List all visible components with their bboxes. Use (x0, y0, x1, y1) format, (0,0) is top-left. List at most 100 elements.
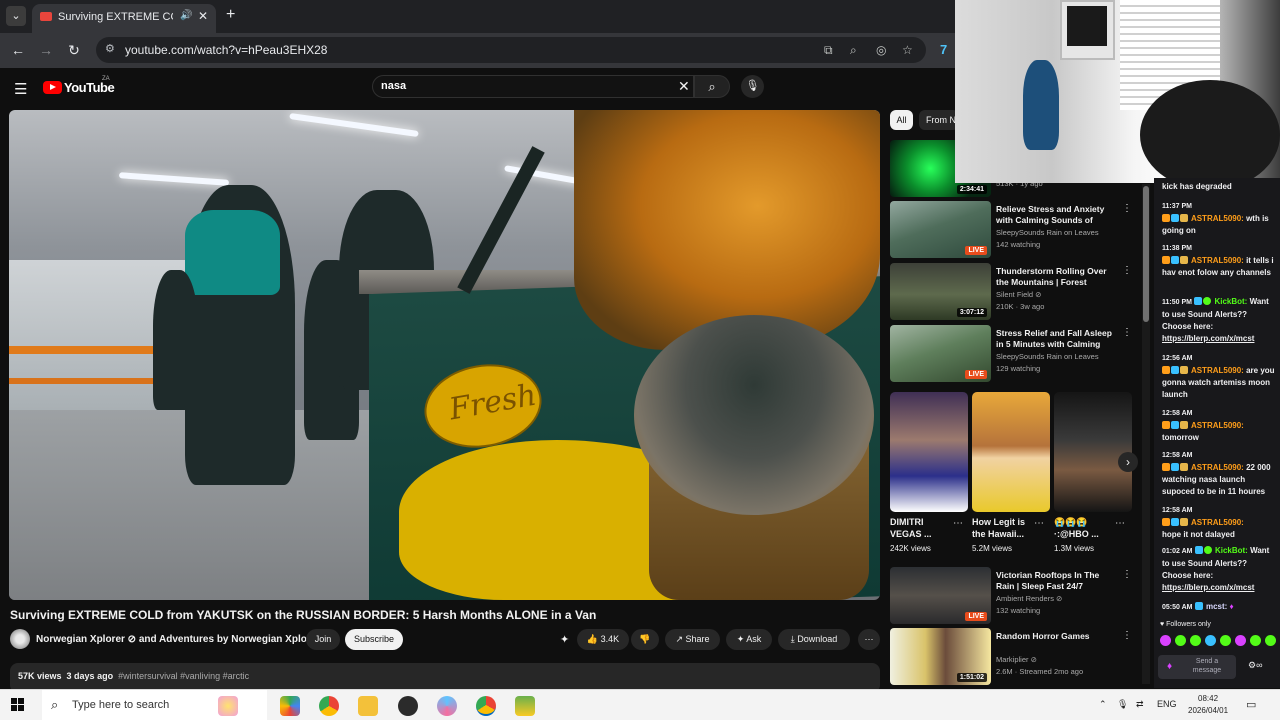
chat-username[interactable]: ASTRAL5090: (1191, 463, 1244, 472)
more-options-icon[interactable]: ⋮ (1122, 630, 1132, 641)
video-title[interactable]: Relieve Stress and Anxiety with Calming … (996, 204, 1120, 226)
video-thumbnail[interactable]: 3:07:12 (890, 263, 991, 320)
app-icon[interactable] (437, 696, 457, 716)
more-options-icon[interactable]: ⋮ (1122, 327, 1132, 338)
zoom-icon[interactable]: ⌕ (850, 43, 857, 58)
chat-link[interactable]: https://blerp.com/x/mcst (1162, 334, 1254, 343)
url-text[interactable]: youtube.com/watch?v=hPeau3EHX28 (125, 43, 327, 57)
forward-icon[interactable]: → (37, 41, 55, 59)
more-options-icon[interactable]: ⋮ (1122, 569, 1132, 580)
short-title[interactable]: How Legit is the Hawaii... (972, 516, 1030, 540)
bookmark-star-icon[interactable]: ☆ (902, 43, 913, 57)
eye-off-icon[interactable]: ◎ (876, 43, 886, 57)
chevron-up-icon[interactable]: ⌃ (1099, 699, 1107, 710)
short-title[interactable]: DIMITRI VEGAS ... (890, 516, 948, 540)
more-options-icon[interactable]: ⋮ (1122, 203, 1132, 214)
chat-username[interactable]: ASTRAL5090: (1191, 421, 1244, 430)
search-query[interactable]: nasa (381, 80, 406, 92)
taskbar-search-placeholder[interactable]: Type here to search (72, 699, 169, 711)
file-explorer-icon[interactable] (358, 696, 378, 716)
notification-icon[interactable]: ▭ (1246, 698, 1256, 711)
recommendation-item[interactable]: 3:07:12 Thunderstorm Rolling Over the Mo… (890, 263, 1145, 321)
install-app-icon[interactable]: ⧉ (824, 43, 833, 58)
emote-icon[interactable] (1235, 635, 1246, 646)
emote-icon[interactable] (1250, 635, 1261, 646)
short-thumbnail[interactable] (1054, 392, 1132, 512)
search-input[interactable]: nasa ✕ (372, 75, 694, 98)
more-options-icon[interactable]: ⋮ (1122, 265, 1132, 276)
chat-username[interactable]: ASTRAL5090: (1191, 256, 1244, 265)
emote-icon[interactable] (1265, 635, 1276, 646)
chat-username[interactable]: ASTRAL5090: (1191, 366, 1244, 375)
site-info-icon[interactable]: ⚙ (105, 42, 115, 55)
emote-icon[interactable] (1175, 635, 1186, 646)
video-thumbnail[interactable]: LIVE (890, 201, 991, 258)
video-title[interactable]: Random Horror Games (996, 631, 1120, 642)
avatar[interactable] (10, 629, 30, 649)
hype-icon[interactable]: ✦ (560, 633, 569, 646)
browser-tab[interactable]: Surviving EXTREME COLD fr 🔊 ✕ (32, 4, 216, 33)
clock[interactable]: 08:42 2026/04/01 (1188, 693, 1228, 717)
speaker-icon[interactable]: 🔊 (180, 10, 192, 21)
channel-name[interactable]: Norwegian Xplorer ⊘ and Adventures by No… (36, 634, 320, 645)
recommendation-item[interactable]: LIVE Stress Relief and Fall Asleep in 5 … (890, 325, 1145, 383)
short-thumbnail[interactable] (972, 392, 1050, 512)
more-options-icon[interactable]: ⋯ (1115, 518, 1125, 529)
join-button[interactable]: Join (306, 629, 340, 650)
video-thumbnail[interactable]: LIVE (890, 325, 991, 382)
address-bar[interactable]: ⚙ youtube.com/watch?v=hPeau3EHX28 ⧉ ⌕ ◎ … (96, 37, 926, 63)
chat-username[interactable]: ASTRAL5090: (1191, 214, 1244, 223)
clear-search-icon[interactable]: ✕ (678, 78, 690, 95)
emote-icon[interactable] (1160, 635, 1171, 646)
copilot-icon[interactable] (280, 696, 300, 716)
short-title[interactable]: 😭😭😭 ·:@HBO ... (1054, 516, 1112, 540)
chat-username[interactable]: mcst: (1206, 602, 1227, 611)
chrome-icon[interactable] (319, 696, 339, 716)
hamburger-menu-icon[interactable]: ☰ (14, 80, 27, 98)
emote-picker-icon[interactable]: ♦ (1167, 661, 1172, 672)
chat-username[interactable]: ASTRAL5090: (1191, 518, 1244, 527)
youtube-logo-icon[interactable] (43, 81, 62, 94)
chip-from-channel[interactable]: From N (919, 110, 959, 130)
chat-settings-icon[interactable]: ⚙∞ (1248, 660, 1262, 671)
obs-icon[interactable] (398, 696, 418, 716)
chat-username[interactable]: KickBot: (1214, 297, 1247, 306)
video-player[interactable]: Fresh ▶ (9, 110, 880, 600)
language-indicator[interactable]: ENG (1157, 699, 1177, 709)
search-highlight-icon[interactable] (218, 696, 238, 716)
channel-name[interactable]: SleepySounds Rain on Leaves (996, 228, 1099, 237)
share-button[interactable]: ↗ Share (665, 629, 720, 650)
chat-username[interactable]: KickBot: (1215, 546, 1248, 555)
video-thumbnail[interactable]: LIVE (890, 567, 991, 624)
sidebar-scrollbar-thumb[interactable] (1143, 186, 1149, 322)
recommendation-item[interactable]: LIVE Victorian Rooftops In The Rain | Sl… (890, 567, 1145, 625)
subscribe-button[interactable]: Subscribe (345, 629, 403, 650)
recommendation-item[interactable]: 1:51:02 Random Horror Games Markiplier ⊘… (890, 628, 1145, 686)
chrome-active-icon[interactable] (476, 696, 496, 716)
recommendation-item[interactable]: LIVE Relieve Stress and Anxiety with Cal… (890, 201, 1145, 259)
channel-name[interactable]: Ambient Renders ⊘ (996, 594, 1062, 603)
search-button[interactable]: ⌕ (694, 75, 730, 98)
network-icon[interactable]: ⇄ (1136, 699, 1144, 710)
video-thumbnail[interactable]: 1:51:02 (890, 628, 991, 685)
emote-icon[interactable] (1220, 635, 1231, 646)
channel-name[interactable]: Silent Field ⊘ (996, 290, 1041, 299)
more-options-icon[interactable]: ⋯ (1034, 518, 1044, 529)
channel-name[interactable]: SleepySounds Rain on Leaves (996, 352, 1099, 361)
tab-close-icon[interactable]: ✕ (198, 9, 208, 23)
more-options-icon[interactable]: ⋯ (953, 518, 963, 529)
ask-button[interactable]: ✦ Ask (726, 629, 772, 650)
chat-input-placeholder[interactable]: Send a message (1187, 657, 1227, 675)
hashtags[interactable]: #wintersurvival #vanliving #arctic (118, 671, 249, 681)
new-tab-button[interactable]: + (226, 6, 235, 24)
channel-name[interactable]: Markiplier ⊘ (996, 655, 1037, 664)
tab-search-icon[interactable]: ⌄ (6, 6, 26, 26)
dislike-button[interactable]: 👎 (631, 629, 659, 650)
video-title[interactable]: Stress Relief and Fall Asleep in 5 Minut… (996, 328, 1120, 350)
youtube-wordmark[interactable]: YouTube (64, 80, 115, 95)
windows-start-icon[interactable] (11, 698, 25, 712)
more-actions-icon[interactable]: ⋯ (858, 629, 880, 650)
back-icon[interactable]: ← (9, 41, 27, 59)
chat-link[interactable]: https://blerp.com/x/mcst (1162, 583, 1254, 592)
like-button[interactable]: 👍 3.4K (577, 629, 629, 650)
